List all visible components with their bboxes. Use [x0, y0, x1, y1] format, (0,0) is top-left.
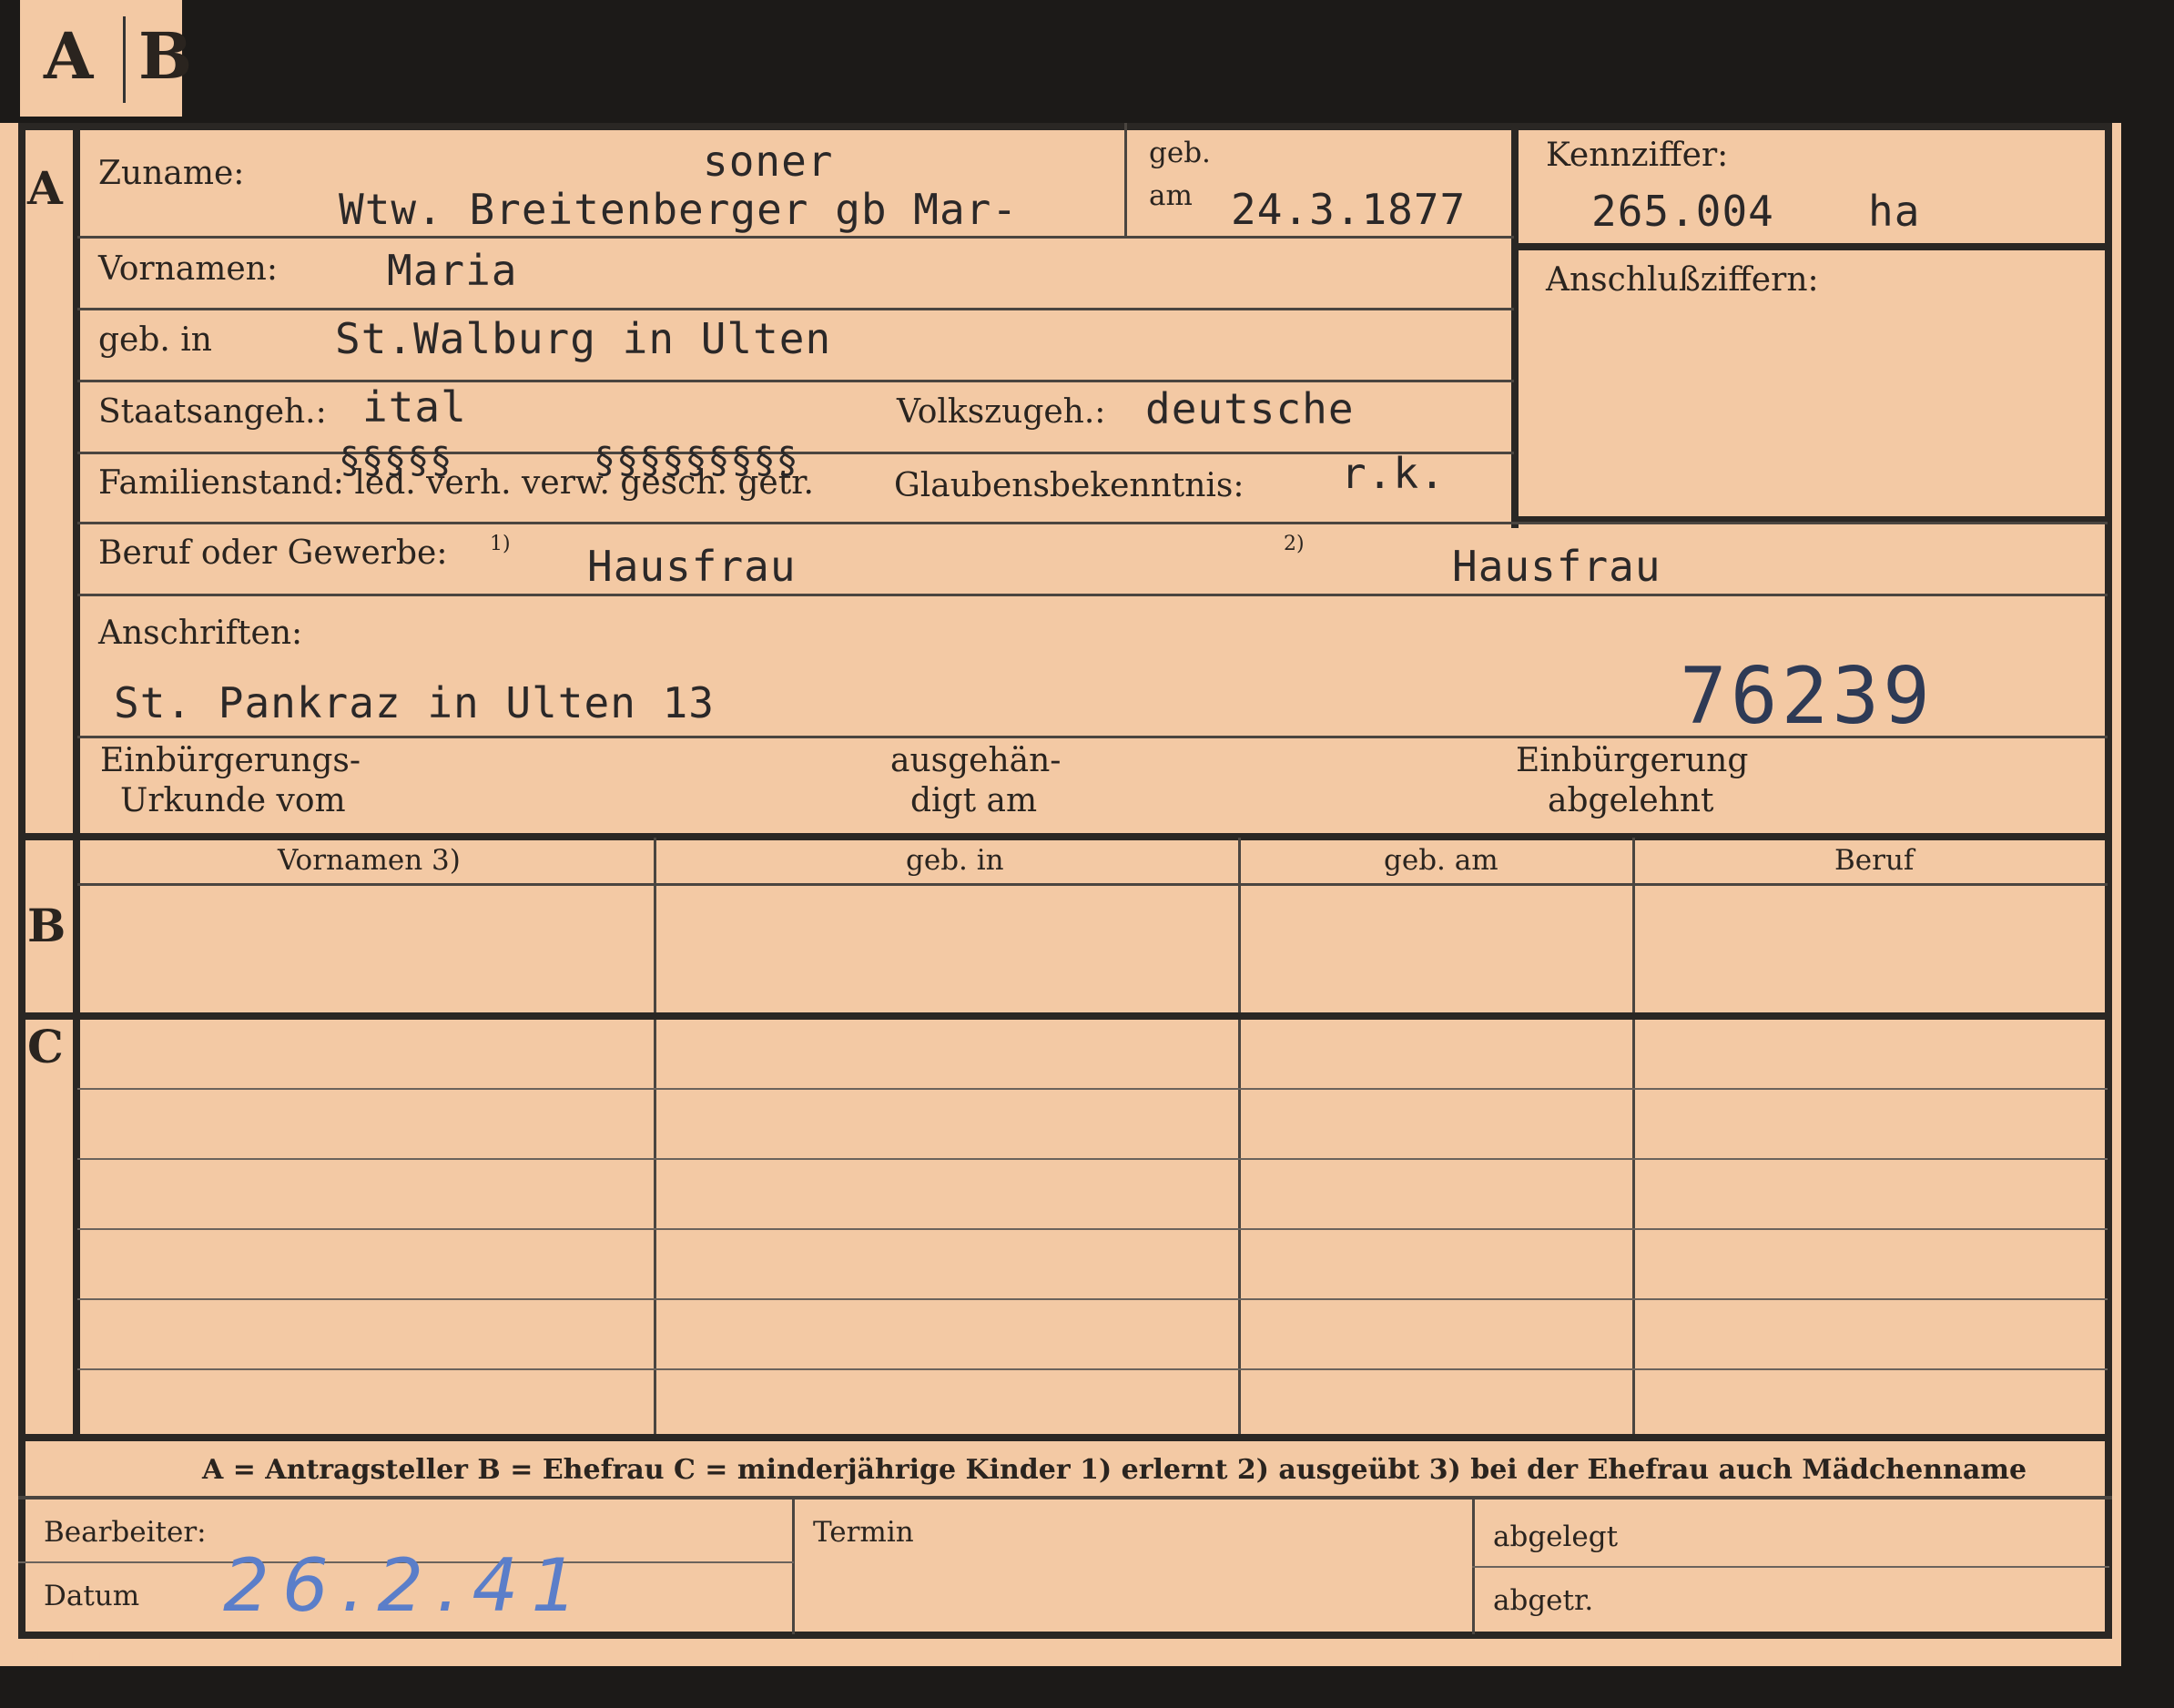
gebin-label: geb. in [98, 321, 212, 359]
geb-divider [1124, 123, 1127, 236]
row-line [77, 380, 1514, 382]
familien-marks-2: §§§§§§§§§ [594, 440, 799, 482]
kennziffer-box-divider [1511, 243, 2112, 250]
gebin-value: St.Walburg in Ulten [335, 314, 832, 363]
section-b-top [18, 833, 2112, 840]
row-line [77, 236, 1514, 239]
frame-left [18, 123, 25, 1634]
table-header-gebin: geb. in [906, 844, 1004, 877]
section-label-b: B [27, 899, 66, 952]
legend-text: A = Antragsteller B = Ehefrau C = minder… [202, 1454, 2027, 1486]
legend-bottom-line [18, 1496, 2112, 1500]
kennziffer-value: 265.004 [1591, 187, 1774, 236]
frame-right [2105, 123, 2112, 1634]
beruf-sup1: 1) [490, 533, 511, 555]
frame-bottom [18, 1632, 2112, 1639]
volk-value: deutsche [1145, 384, 1355, 433]
bottom-divider [792, 1498, 795, 1634]
row-line [77, 594, 2108, 596]
anschluss-label: Anschlußziffern: [1546, 261, 1819, 299]
beruf-sup2: 2) [1284, 533, 1305, 555]
beruf-label: Beruf oder Gewerbe: [98, 534, 448, 572]
table-col-divider [1238, 838, 1241, 1434]
section-column-divider [73, 123, 80, 1439]
ausgeh-line2: digt am [910, 782, 1038, 819]
vornamen-value: Maria [387, 246, 518, 295]
table-row [77, 1088, 2108, 1090]
anschriften-label: Anschriften: [98, 615, 303, 652]
staat-label: Staatsangeh.: [98, 393, 327, 431]
datum-label: Datum [44, 1580, 140, 1612]
row-line [77, 308, 1514, 310]
datum-handwritten: 26.2.41 [223, 1543, 591, 1628]
beruf-value-1: Hausfrau [587, 542, 797, 591]
termin-label: Termin [813, 1516, 914, 1549]
table-row [77, 1298, 2108, 1300]
staat-value: ital [362, 382, 467, 432]
familien-marks-1: §§§§§ [339, 440, 453, 482]
beruf-value-2: Hausfrau [1452, 542, 1661, 591]
bearbeiter-label: Bearbeiter: [44, 1516, 207, 1549]
frame-top [18, 123, 2112, 130]
table-header-gebam: geb. am [1384, 844, 1498, 877]
abgelegt-label: abgelegt [1493, 1520, 1619, 1553]
geb-label: geb. [1149, 137, 1211, 169]
table-row [77, 1368, 2108, 1370]
stamp-number: 76239 [1680, 651, 1934, 742]
section-label-c: C [27, 1020, 64, 1073]
anschriften-value: St. Pankraz in Ulten 13 [114, 678, 715, 727]
zuname-value-line2: Wtw. Breitenberger gb Mar- [339, 185, 1019, 234]
zuname-value-line1: soner [703, 137, 834, 186]
bottom-row-line [1472, 1566, 2109, 1568]
tab-letter-b: B [138, 18, 193, 94]
card-tab: A B [20, 0, 192, 117]
imprint: 9. 40. DSL [4, 1648, 111, 1671]
table-row [77, 1158, 2108, 1160]
kennziffer-suffix: ha [1868, 187, 1921, 236]
kennziffer-box-left [1511, 123, 1519, 528]
geb-am-value: 24.3.1877 [1231, 185, 1467, 234]
einb-abgelehnt-line1: Einbürgerung [1516, 742, 1749, 779]
glauben-label: Glaubensbekenntnis: [894, 467, 1244, 504]
table-col-divider [654, 838, 656, 1434]
ausgeh-line1: ausgehän- [890, 742, 1062, 779]
kennziffer-label: Kennziffer: [1546, 137, 1729, 174]
volk-label: Volkszugeh.: [897, 393, 1106, 431]
zuname-label: Zuname: [98, 155, 245, 192]
abgetr-label: abgetr. [1493, 1584, 1594, 1617]
glauben-value: r.k. [1341, 449, 1446, 498]
einb-urkunde-line1: Einbürgerungs- [100, 742, 361, 779]
registration-card: A B C Zuname: soner Wtw. Breitenberger g… [0, 123, 2121, 1666]
section-c-bottom [18, 1434, 2112, 1441]
row-line [77, 522, 2108, 524]
table-header-line [77, 883, 2108, 886]
einb-abgelehnt-line2: abgelehnt [1548, 782, 1714, 819]
table-header-vornamen: Vornamen 3) [278, 844, 461, 877]
table-col-divider [1632, 838, 1635, 1434]
section-c-top [18, 1012, 2112, 1020]
tab-letter-a: A [44, 18, 94, 94]
section-label-a: A [27, 161, 63, 215]
table-row [77, 1228, 2108, 1230]
einb-urkunde-line2: Urkunde vom [120, 782, 346, 819]
vornamen-label: Vornamen: [98, 250, 278, 288]
tab-divider [123, 16, 126, 103]
am-label: am [1149, 179, 1193, 212]
table-header-beruf: Beruf [1834, 844, 1915, 877]
